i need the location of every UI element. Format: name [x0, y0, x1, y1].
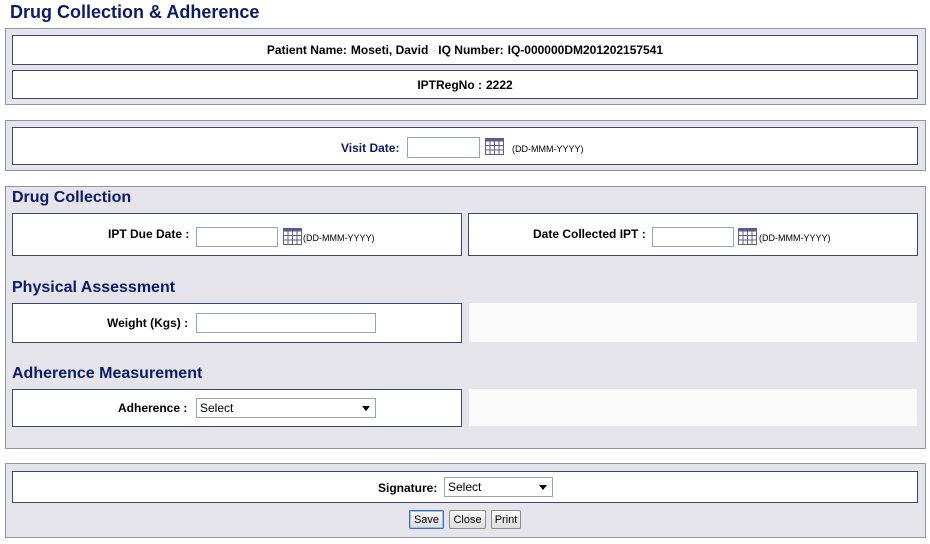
visit-date-input[interactable] [407, 137, 480, 158]
patient-name-row: Patient Name: Moseti, David IQ Number: I… [12, 35, 918, 65]
calendar-icon[interactable] [738, 228, 757, 245]
iq-number-value: IQ-000000DM201202157541 [507, 43, 664, 57]
signature-selected-value: Select [448, 480, 482, 494]
physical-empty-box [469, 303, 917, 342]
visit-date-label: Visit Date: [341, 141, 400, 155]
calendar-icon[interactable] [485, 138, 504, 155]
ipt-due-date-label: IPT Due Date : [108, 227, 190, 241]
date-collected-format-hint: (DD-MMM-YYYY) [759, 233, 831, 243]
date-collected-label: Date Collected IPT : [533, 227, 646, 241]
patient-name-value: Moseti, David [350, 43, 429, 57]
iq-number-label: IQ Number: [438, 43, 504, 57]
adherence-empty-box [469, 389, 917, 426]
ipt-reg-row: IPTRegNo : 2222 [12, 70, 918, 99]
ipt-due-date-format-hint: (DD-MMM-YYYY) [303, 233, 375, 243]
adherence-measurement-heading: Adherence Measurement [12, 365, 203, 382]
physical-assessment-heading: Physical Assessment [12, 279, 176, 296]
close-button[interactable]: Close [449, 510, 486, 529]
print-button[interactable]: Print [491, 510, 521, 529]
adherence-select[interactable]: Select [196, 398, 376, 418]
ipt-reg-value: 2222 [485, 77, 513, 92]
page-title: Drug Collection & Adherence [10, 2, 260, 22]
adherence-label: Adherence : [118, 401, 188, 415]
weight-input[interactable] [196, 313, 376, 333]
weight-label: Weight (Kgs) : [107, 316, 189, 330]
chevron-down-icon [362, 406, 370, 411]
adherence-selected-value: Select [200, 401, 234, 415]
signature-select[interactable]: Select [444, 477, 553, 497]
patient-name-label: Patient Name: [266, 43, 347, 57]
chevron-down-icon [539, 485, 547, 490]
drug-collection-heading: Drug Collection [12, 189, 132, 206]
ipt-due-date-input[interactable] [196, 227, 278, 247]
calendar-icon[interactable] [283, 228, 302, 245]
save-button[interactable]: Save [409, 510, 444, 529]
signature-label: Signature: [378, 481, 438, 495]
date-collected-input[interactable] [652, 227, 734, 247]
visit-date-format-hint: (DD-MMM-YYYY) [512, 144, 584, 154]
ipt-reg-label: IPTRegNo : [417, 77, 482, 92]
